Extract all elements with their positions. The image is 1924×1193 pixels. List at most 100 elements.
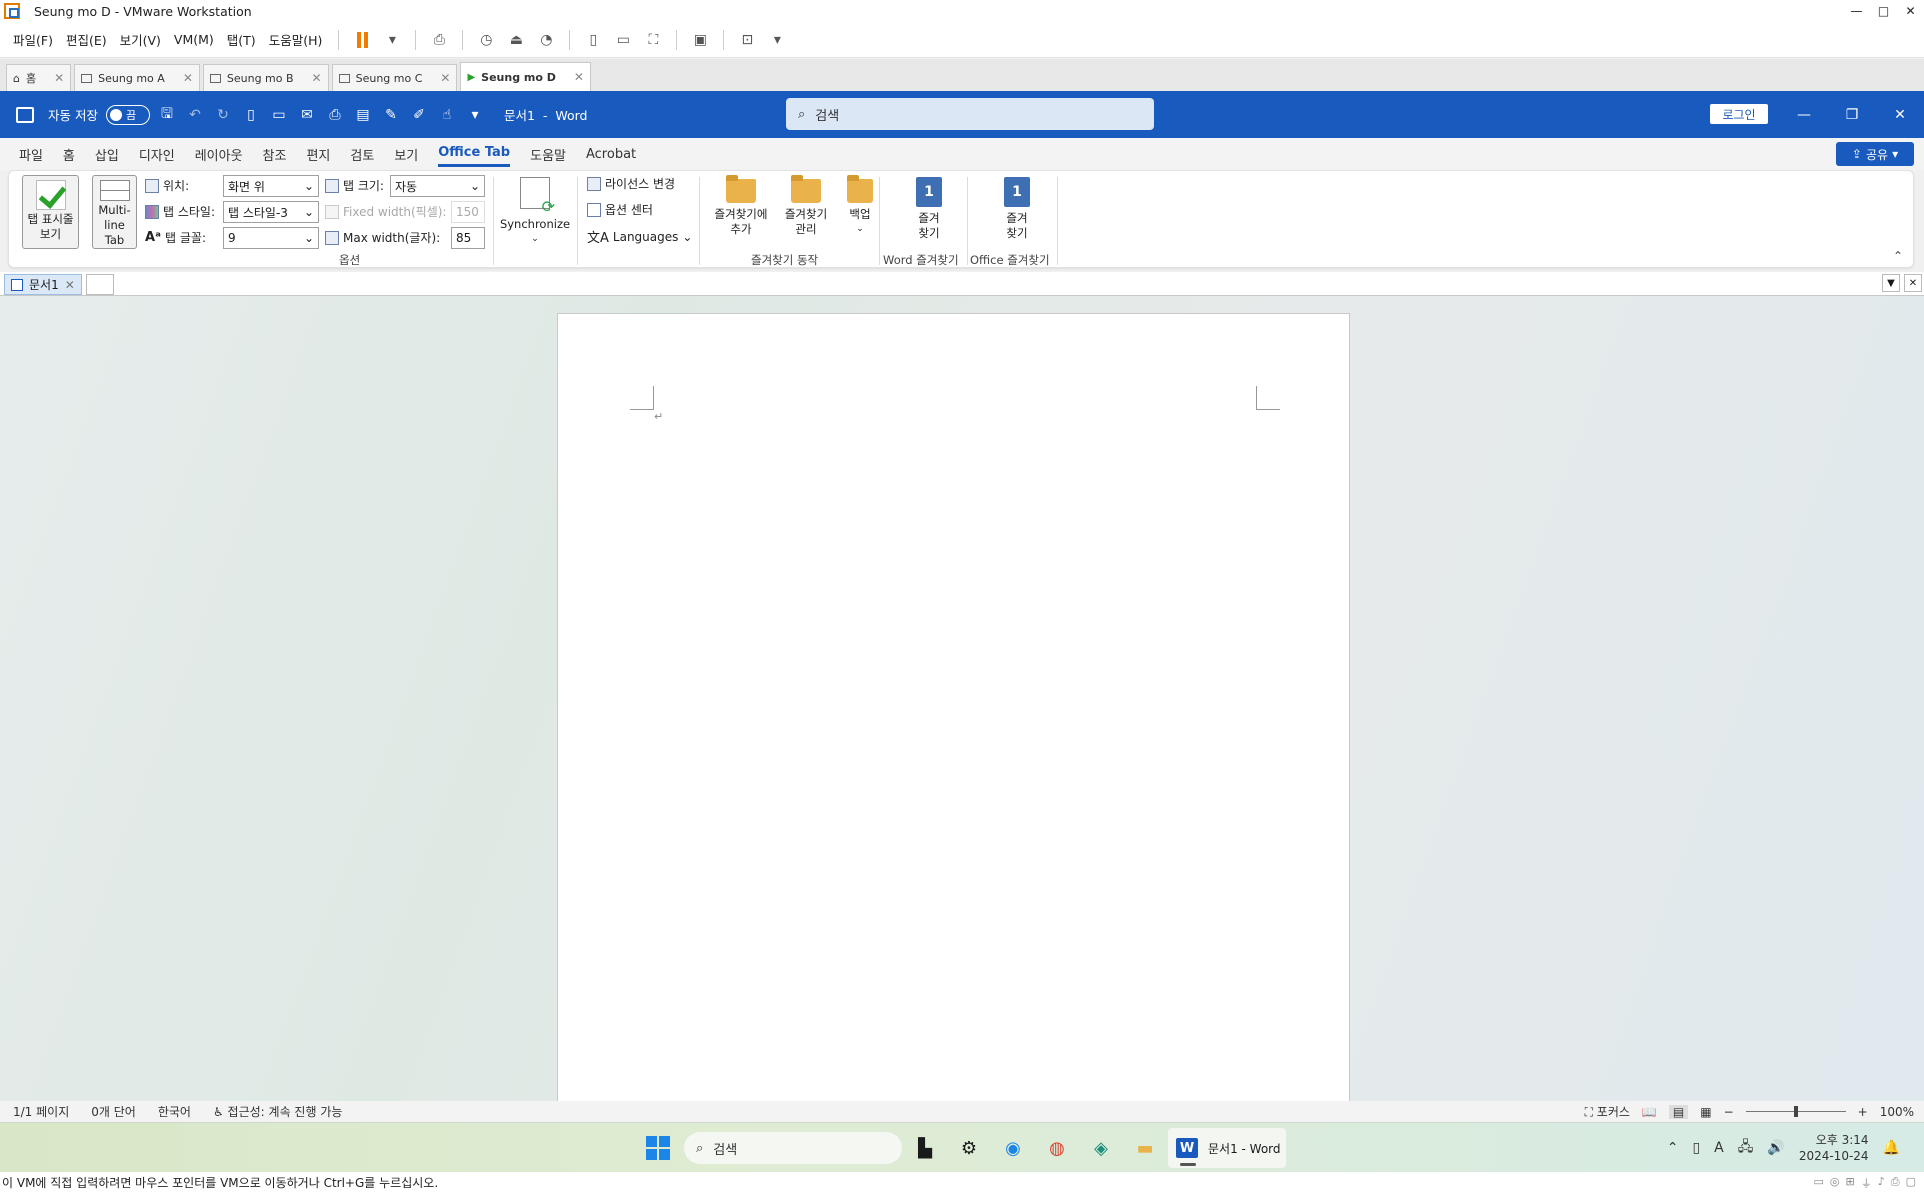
tab-layout[interactable]: 레이아웃: [195, 141, 243, 168]
new-tab-button[interactable]: [85, 274, 114, 295]
network-adapter-icon[interactable]: ⊞: [1846, 1175, 1855, 1191]
close-tab-icon[interactable]: ✕: [312, 71, 322, 85]
taskbar-search[interactable]: ⌕ 검색: [684, 1132, 902, 1164]
menu-help[interactable]: 도움말(H): [269, 30, 323, 49]
tab-home[interactable]: ⌂ 홈 ✕: [6, 64, 72, 91]
tab-seung-mo-c[interactable]: Seung mo C ✕: [331, 64, 458, 91]
login-button[interactable]: 로그인: [1710, 104, 1768, 124]
backup-button[interactable]: 백업 ⌄: [839, 173, 881, 237]
tab-size-select[interactable]: 자동 ⌄: [390, 175, 485, 197]
minimize-button[interactable]: —: [1843, 0, 1870, 22]
tab-references[interactable]: 참조: [263, 141, 287, 168]
close-tab-icon[interactable]: ✕: [574, 70, 584, 84]
show-tab-bar-button[interactable]: 탭 표시줄 보기: [22, 175, 79, 249]
snapshot-manager-icon[interactable]: ◔: [534, 28, 558, 52]
menu-vm[interactable]: VM(M): [174, 32, 214, 47]
tab-list-dropdown-icon[interactable]: ▼: [1882, 274, 1900, 292]
message-icon[interactable]: ▢: [1906, 1175, 1916, 1191]
zoom-in-button[interactable]: +: [1858, 1105, 1868, 1119]
page-count[interactable]: 1/1 페이지: [13, 1103, 69, 1120]
collapse-ribbon-icon[interactable]: ⌃: [1893, 249, 1903, 263]
chrome-icon[interactable]: ◍: [1042, 1133, 1072, 1163]
edge-icon[interactable]: ◉: [998, 1133, 1028, 1163]
close-tab-icon[interactable]: ✕: [440, 71, 450, 85]
word-minimize-button[interactable]: —: [1780, 91, 1828, 138]
add-favorites-button[interactable]: 즐겨찾기에 추가: [709, 173, 773, 237]
usb-icon[interactable]: ▯: [1692, 1140, 1700, 1156]
office-favorites-button[interactable]: 1 즐겨 찾기: [987, 171, 1047, 241]
tab-acrobat[interactable]: Acrobat: [586, 143, 636, 166]
touch-mode-icon[interactable]: ☝: [436, 104, 458, 126]
print-layout-icon[interactable]: ▤: [1668, 1104, 1689, 1119]
library-view-icon[interactable]: ▯: [581, 28, 605, 52]
new-doc-icon[interactable]: ▯: [240, 104, 262, 126]
focus-mode-button[interactable]: ⛶ 포커스: [1585, 1103, 1630, 1120]
tab-view[interactable]: 보기: [394, 141, 418, 168]
tab-design[interactable]: 디자인: [139, 141, 175, 168]
thumbnail-view-icon[interactable]: ▭: [611, 28, 635, 52]
read-mode-icon[interactable]: 📖: [1642, 1105, 1657, 1119]
tab-seung-mo-a[interactable]: Seung mo A ✕: [74, 64, 200, 91]
close-doc-icon[interactable]: ✕: [1904, 274, 1922, 292]
tab-help[interactable]: 도움말: [530, 141, 566, 168]
tab-office-tab[interactable]: Office Tab: [438, 141, 511, 167]
pause-vm-button[interactable]: [350, 28, 374, 52]
print-preview-icon[interactable]: ▤: [352, 104, 374, 126]
zoom-level[interactable]: 100%: [1880, 1105, 1914, 1119]
notification-bell-icon[interactable]: 🔔: [1883, 1140, 1900, 1156]
send-ctrl-alt-del-icon[interactable]: ⎙: [427, 28, 451, 52]
zoom-slider[interactable]: [1745, 1106, 1846, 1117]
multiline-tab-button[interactable]: Multi- line Tab: [92, 175, 137, 249]
tab-font-select[interactable]: 9 ⌄: [223, 227, 319, 249]
draw-icon[interactable]: ✎: [380, 104, 402, 126]
network-icon[interactable]: 🖧: [1738, 1136, 1754, 1160]
word-favorites-button[interactable]: 1 즐겨 찾기: [899, 171, 959, 241]
max-width-input[interactable]: 85: [451, 227, 485, 249]
word-close-button[interactable]: ✕: [1876, 91, 1924, 138]
cd-icon[interactable]: ◎: [1830, 1175, 1840, 1191]
language-indicator[interactable]: 한국어: [158, 1103, 191, 1120]
fullscreen-icon[interactable]: ⛶: [641, 28, 665, 52]
close-button[interactable]: ✕: [1897, 0, 1924, 22]
customize-qat-icon[interactable]: ▾: [464, 104, 486, 126]
tab-insert[interactable]: 삽입: [95, 141, 119, 168]
hdd-icon[interactable]: ▭: [1814, 1175, 1824, 1191]
maximize-button[interactable]: □: [1870, 0, 1897, 22]
gear-icon[interactable]: ⚙: [954, 1133, 984, 1163]
menu-tab[interactable]: 탭(T): [227, 30, 256, 49]
synchronize-button[interactable]: Synchronize ⌄: [499, 173, 571, 247]
menu-file[interactable]: 파일(F): [13, 30, 53, 49]
license-change-button[interactable]: 라이선스 변경: [587, 175, 675, 192]
snapshot-icon[interactable]: ◷: [474, 28, 498, 52]
email-icon[interactable]: ✉: [296, 104, 318, 126]
taskbar-word-window[interactable]: W 문서1 - Word: [1168, 1128, 1286, 1168]
fixed-width-input[interactable]: 150: [451, 201, 485, 223]
word-count[interactable]: 0개 단어: [91, 1103, 136, 1120]
languages-button[interactable]: 文A Languages ⌄: [587, 227, 692, 247]
redo-icon[interactable]: ↻: [212, 104, 234, 126]
close-tab-icon[interactable]: ✕: [54, 71, 64, 85]
windows-start-icon[interactable]: [646, 1136, 670, 1160]
usb-device-icon[interactable]: ⏚: [1861, 1175, 1872, 1191]
stretch-guest-icon[interactable]: ⊡: [735, 28, 759, 52]
position-select[interactable]: 화면 위 ⌄: [223, 175, 319, 197]
tab-style-select[interactable]: 탭 스타일-3 ⌄: [223, 201, 319, 223]
share-button[interactable]: ⇪ 공유 ▾: [1836, 142, 1914, 166]
tab-mailings[interactable]: 편지: [306, 141, 330, 168]
autosave-toggle[interactable]: 끔: [105, 104, 150, 125]
copilot-icon[interactable]: ◈: [1086, 1133, 1116, 1163]
search-box[interactable]: ⌕ 검색: [786, 98, 1154, 130]
document-page[interactable]: ↵: [557, 313, 1350, 1101]
console-view-icon[interactable]: ▣: [688, 28, 712, 52]
close-tab-icon[interactable]: ✕: [183, 71, 193, 85]
tab-seung-mo-d[interactable]: ▶ Seung mo D ✕: [460, 62, 591, 91]
tab-review[interactable]: 검토: [350, 141, 374, 168]
file-explorer-icon[interactable]: ▬: [1130, 1133, 1160, 1163]
print-icon[interactable]: ⎙: [324, 104, 346, 126]
chevron-up-icon[interactable]: ⌃: [1667, 1140, 1679, 1156]
zoom-out-button[interactable]: −: [1724, 1105, 1734, 1119]
tab-home[interactable]: 홈: [63, 141, 75, 168]
sound-card-icon[interactable]: ♪: [1878, 1175, 1885, 1191]
accessibility-status[interactable]: ♿ 접근성: 계속 진행 가능: [213, 1103, 342, 1120]
ime-icon[interactable]: A: [1714, 1140, 1724, 1156]
